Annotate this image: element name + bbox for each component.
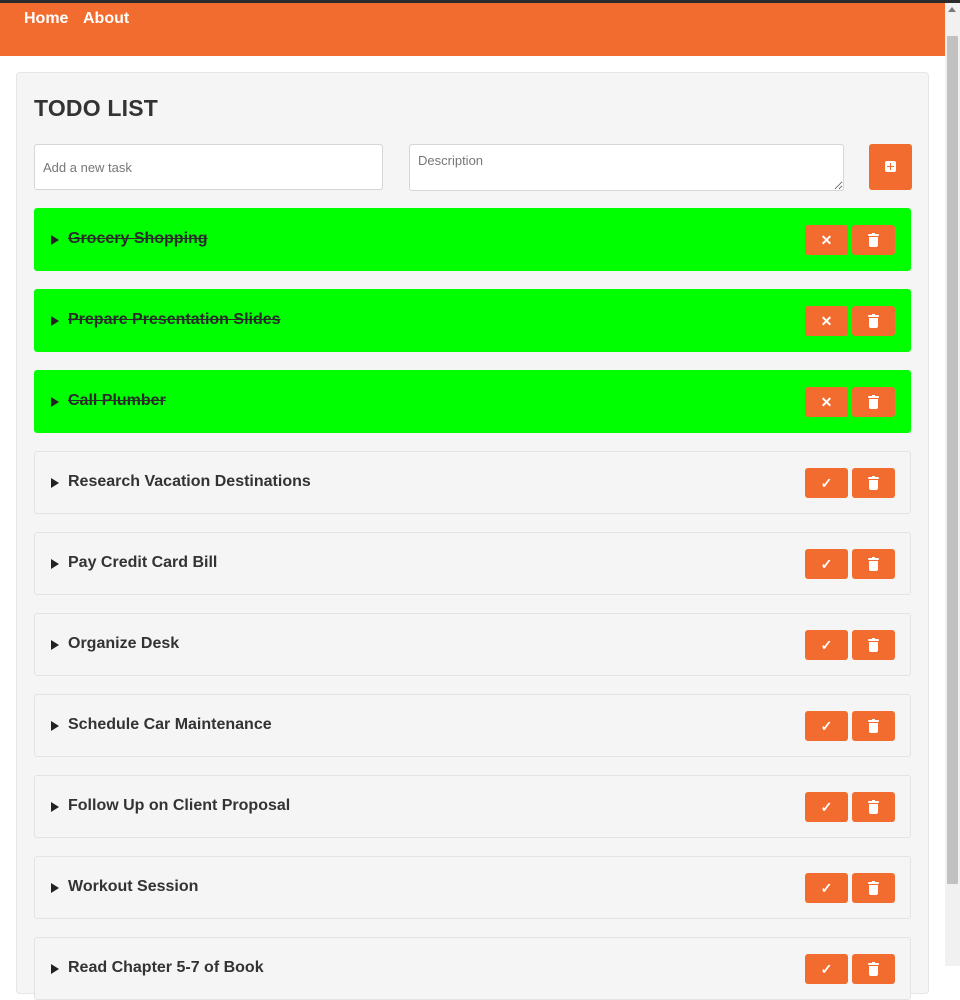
trash-icon [868, 881, 879, 895]
trash-icon [868, 719, 879, 733]
add-task-button[interactable] [869, 144, 912, 190]
expand-caret-icon[interactable] [51, 478, 59, 488]
mark-complete-button[interactable]: ✓ [805, 468, 848, 498]
nav-home-link[interactable]: Home [24, 10, 68, 28]
delete-task-button[interactable] [852, 387, 895, 417]
todo-container: TODO LIST Grocery Shopping✕Prepare Prese… [16, 72, 929, 1000]
expand-caret-icon[interactable] [51, 883, 59, 893]
mark-complete-button[interactable]: ✓ [805, 711, 848, 741]
nav-about-link[interactable]: About [83, 10, 129, 28]
new-task-input[interactable] [34, 144, 383, 190]
trash-icon [868, 962, 879, 976]
check-icon: ✓ [820, 880, 833, 896]
task-title: Prepare Presentation Slides [68, 311, 281, 328]
task-item[interactable]: Schedule Car Maintenance ✓ [34, 694, 911, 757]
check-icon: ✓ [820, 637, 833, 653]
mark-incomplete-button[interactable]: ✕ [805, 387, 848, 417]
xmark-icon: ✕ [820, 394, 833, 410]
task-item[interactable]: Research Vacation Destinations ✓ [34, 451, 911, 514]
check-icon: ✓ [820, 961, 833, 977]
check-icon: ✓ [820, 799, 833, 815]
task-item[interactable]: Pay Credit Card Bill ✓ [34, 532, 911, 595]
delete-task-button[interactable] [852, 306, 895, 336]
task-item[interactable]: Follow Up on Client Proposal ✓ [34, 775, 911, 838]
trash-icon [868, 800, 879, 814]
task-title: Call Plumber [68, 392, 166, 409]
top-navbar: Home About [0, 3, 945, 56]
delete-task-button[interactable] [852, 468, 895, 498]
mark-complete-button[interactable]: ✓ [805, 954, 848, 984]
page-title: TODO LIST [34, 95, 159, 121]
scrollbar-thumb[interactable] [947, 36, 958, 884]
expand-caret-icon[interactable] [51, 559, 59, 569]
expand-caret-icon[interactable] [51, 235, 59, 245]
task-title: Pay Credit Card Bill [68, 554, 218, 571]
mark-complete-button[interactable]: ✓ [805, 873, 848, 903]
trash-icon [868, 476, 879, 490]
expand-caret-icon[interactable] [51, 316, 59, 326]
mark-incomplete-button[interactable]: ✕ [805, 306, 848, 336]
task-title: Read Chapter 5-7 of Book [68, 959, 264, 976]
mark-complete-button[interactable]: ✓ [805, 549, 848, 579]
trash-icon [868, 557, 879, 571]
task-title: Research Vacation Destinations [68, 473, 311, 490]
page-scrollbar[interactable] [945, 3, 960, 966]
task-title: Grocery Shopping [68, 230, 208, 247]
task-item[interactable]: Read Chapter 5-7 of Book ✓ [34, 937, 911, 1000]
plus-square-icon [885, 161, 896, 172]
delete-task-button[interactable] [852, 954, 895, 984]
task-item[interactable]: Workout Session ✓ [34, 856, 911, 919]
task-title: Follow Up on Client Proposal [68, 797, 291, 814]
task-item[interactable]: Prepare Presentation Slides ✕ [34, 289, 911, 352]
trash-icon [868, 314, 879, 328]
mark-complete-button[interactable]: ✓ [805, 792, 848, 822]
delete-task-button[interactable] [852, 549, 895, 579]
check-icon: ✓ [820, 556, 833, 572]
delete-task-button[interactable] [852, 792, 895, 822]
check-icon: ✓ [820, 475, 833, 491]
task-title: Schedule Car Maintenance [68, 716, 272, 733]
scroll-up-arrow-icon[interactable] [948, 7, 956, 12]
delete-task-button[interactable] [852, 225, 895, 255]
task-title: Organize Desk [68, 635, 180, 652]
check-icon: ✓ [820, 718, 833, 734]
xmark-icon: ✕ [820, 232, 833, 248]
mark-incomplete-button[interactable]: ✕ [805, 225, 848, 255]
task-title: Workout Session [68, 878, 199, 895]
task-item[interactable]: Call Plumber ✕ [34, 370, 911, 433]
trash-icon [868, 638, 879, 652]
delete-task-button[interactable] [852, 711, 895, 741]
trash-icon [868, 395, 879, 409]
delete-task-button[interactable] [852, 873, 895, 903]
xmark-icon: ✕ [820, 313, 833, 329]
mark-complete-button[interactable]: ✓ [805, 630, 848, 660]
task-item[interactable]: Grocery Shopping ✕ [34, 208, 911, 271]
expand-caret-icon[interactable] [51, 640, 59, 650]
expand-caret-icon[interactable] [51, 397, 59, 407]
expand-caret-icon[interactable] [51, 802, 59, 812]
delete-task-button[interactable] [852, 630, 895, 660]
trash-icon [868, 233, 879, 247]
task-item[interactable]: Organize Desk ✓ [34, 613, 911, 676]
expand-caret-icon[interactable] [51, 721, 59, 731]
description-input[interactable] [409, 144, 844, 191]
